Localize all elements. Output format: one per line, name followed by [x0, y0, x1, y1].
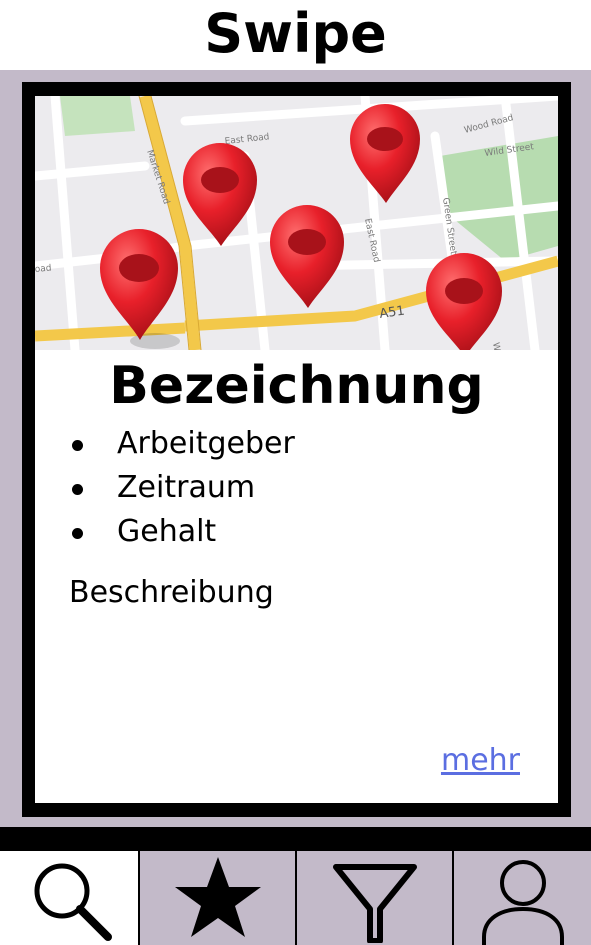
app-screen: Swipe Market Road East Road East Road Wo…	[0, 0, 591, 945]
app-title: Swipe	[204, 1, 387, 65]
tab-filter[interactable]	[297, 851, 452, 945]
swipe-card[interactable]: Market Road East Road East Road Wood Roa…	[35, 96, 558, 803]
user-icon	[481, 860, 564, 945]
app-header: Swipe	[0, 0, 591, 70]
detail-employer: Arbeitgeber	[69, 422, 529, 466]
filter-icon	[332, 864, 417, 943]
detail-salary: Gehalt	[69, 510, 529, 554]
job-description: Beschreibung	[69, 575, 274, 610]
tabbar-divider	[0, 827, 591, 851]
more-link[interactable]: mehr	[441, 741, 520, 781]
search-icon	[34, 863, 112, 941]
job-details-list: Arbeitgeber Zeitraum Gehalt	[69, 422, 529, 554]
tab-profile[interactable]	[454, 851, 591, 945]
map-image: Market Road East Road East Road Wood Roa…	[35, 96, 558, 350]
tab-search[interactable]	[0, 851, 138, 945]
star-icon	[174, 857, 261, 937]
job-title: Bezeichnung	[109, 356, 484, 416]
bottom-tabbar	[0, 851, 591, 945]
swipe-card-frame[interactable]: Market Road East Road East Road Wood Roa…	[22, 82, 571, 817]
detail-period: Zeitraum	[69, 466, 529, 510]
tab-favorites[interactable]	[140, 851, 295, 945]
park-area	[60, 96, 135, 136]
street-label: oad	[35, 264, 52, 275]
street-label: We	[490, 342, 502, 350]
